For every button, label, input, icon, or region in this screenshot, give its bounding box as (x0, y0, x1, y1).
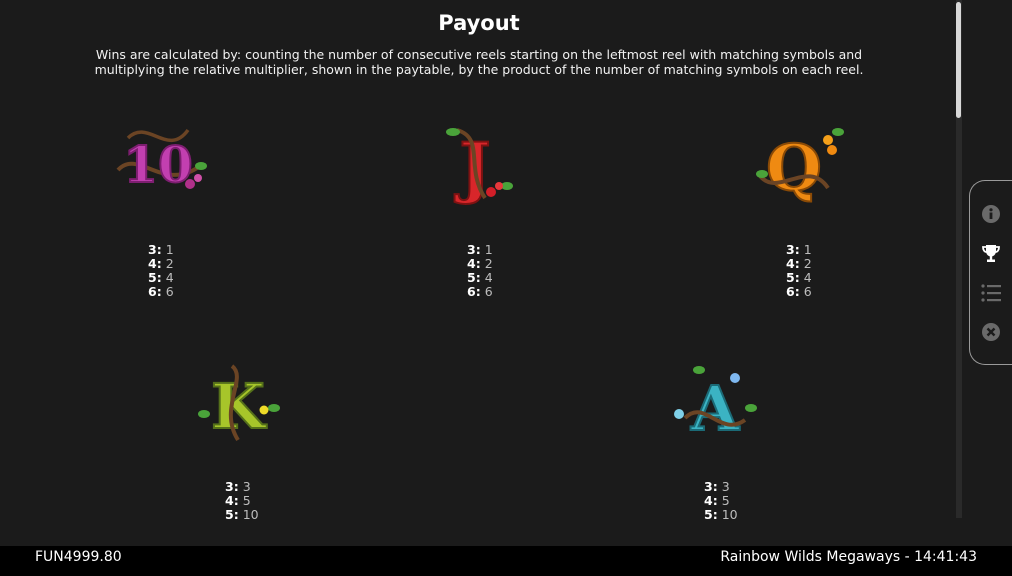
pay-row: 6: 6 (467, 284, 493, 299)
pay-row: 3: 1 (467, 242, 493, 257)
paytable-jack: 3: 1 4: 2 5: 4 6: 6 (467, 243, 493, 299)
svg-text:Q: Q (766, 131, 822, 206)
paytable-ten: 3: 1 4: 2 5: 4 6: 6 (148, 243, 174, 299)
side-menu (969, 180, 1012, 365)
pay-row: 4: 2 (786, 256, 812, 271)
paytable-king: 3: 3 4: 5 5: 10 (225, 480, 259, 522)
game-info: Rainbow Wilds Megaways - 14:41:43 (720, 549, 977, 565)
scrollbar-thumb[interactable] (956, 2, 961, 118)
symbol-king: K (188, 358, 288, 448)
payout-description: Wins are calculated by: counting the num… (94, 47, 864, 77)
pay-row: 5: 4 (467, 270, 493, 285)
symbol-queen: Q (748, 118, 848, 208)
pay-row: 5: 10 (704, 507, 738, 522)
queen-symbol-icon: Q (756, 128, 844, 207)
close-icon (982, 323, 1000, 341)
symbol-ace: A (665, 358, 765, 448)
pay-row: 5: 4 (786, 270, 812, 285)
close-button[interactable] (978, 319, 1004, 345)
pay-row: 6: 6 (786, 284, 812, 299)
pay-row: 3: 3 (704, 479, 730, 494)
payout-panel: Payout Wins are calculated by: counting … (0, 0, 958, 546)
pay-row: 3: 1 (148, 242, 174, 257)
paytable-queen: 3: 1 4: 2 5: 4 6: 6 (786, 243, 812, 299)
ten-symbol-icon: 10 (116, 128, 207, 195)
pay-row: 4: 5 (225, 493, 251, 508)
list-icon (981, 284, 1001, 302)
pay-row: 3: 3 (225, 479, 251, 494)
pay-row: 3: 1 (786, 242, 812, 257)
svg-text:A: A (690, 372, 740, 445)
symbol-jack: J (425, 118, 525, 208)
jack-symbol-icon: J (446, 127, 513, 207)
symbol-ten: 10 (108, 118, 208, 208)
info-icon (982, 205, 1000, 223)
balance-display: FUN4999.80 (35, 549, 122, 565)
pay-row: 4: 2 (148, 256, 174, 271)
footer-bar: FUN4999.80 Rainbow Wilds Megaways - 14:4… (0, 546, 1012, 576)
king-symbol-icon: K (198, 364, 280, 444)
paytable-button[interactable] (978, 240, 1004, 266)
svg-text:K: K (211, 370, 267, 443)
trophy-icon (982, 245, 1000, 262)
pay-row: 5: 4 (148, 270, 174, 285)
info-button[interactable] (978, 201, 1004, 227)
pay-row: 4: 5 (704, 493, 730, 508)
paytable-ace: 3: 3 4: 5 5: 10 (704, 480, 738, 522)
pay-row: 4: 2 (467, 256, 493, 271)
page-title: Payout (438, 11, 520, 35)
ace-symbol-icon: A (674, 366, 757, 446)
svg-text:10: 10 (123, 135, 193, 194)
rules-button[interactable] (978, 280, 1004, 306)
pay-row: 6: 6 (148, 284, 174, 299)
pay-row: 5: 10 (225, 507, 259, 522)
